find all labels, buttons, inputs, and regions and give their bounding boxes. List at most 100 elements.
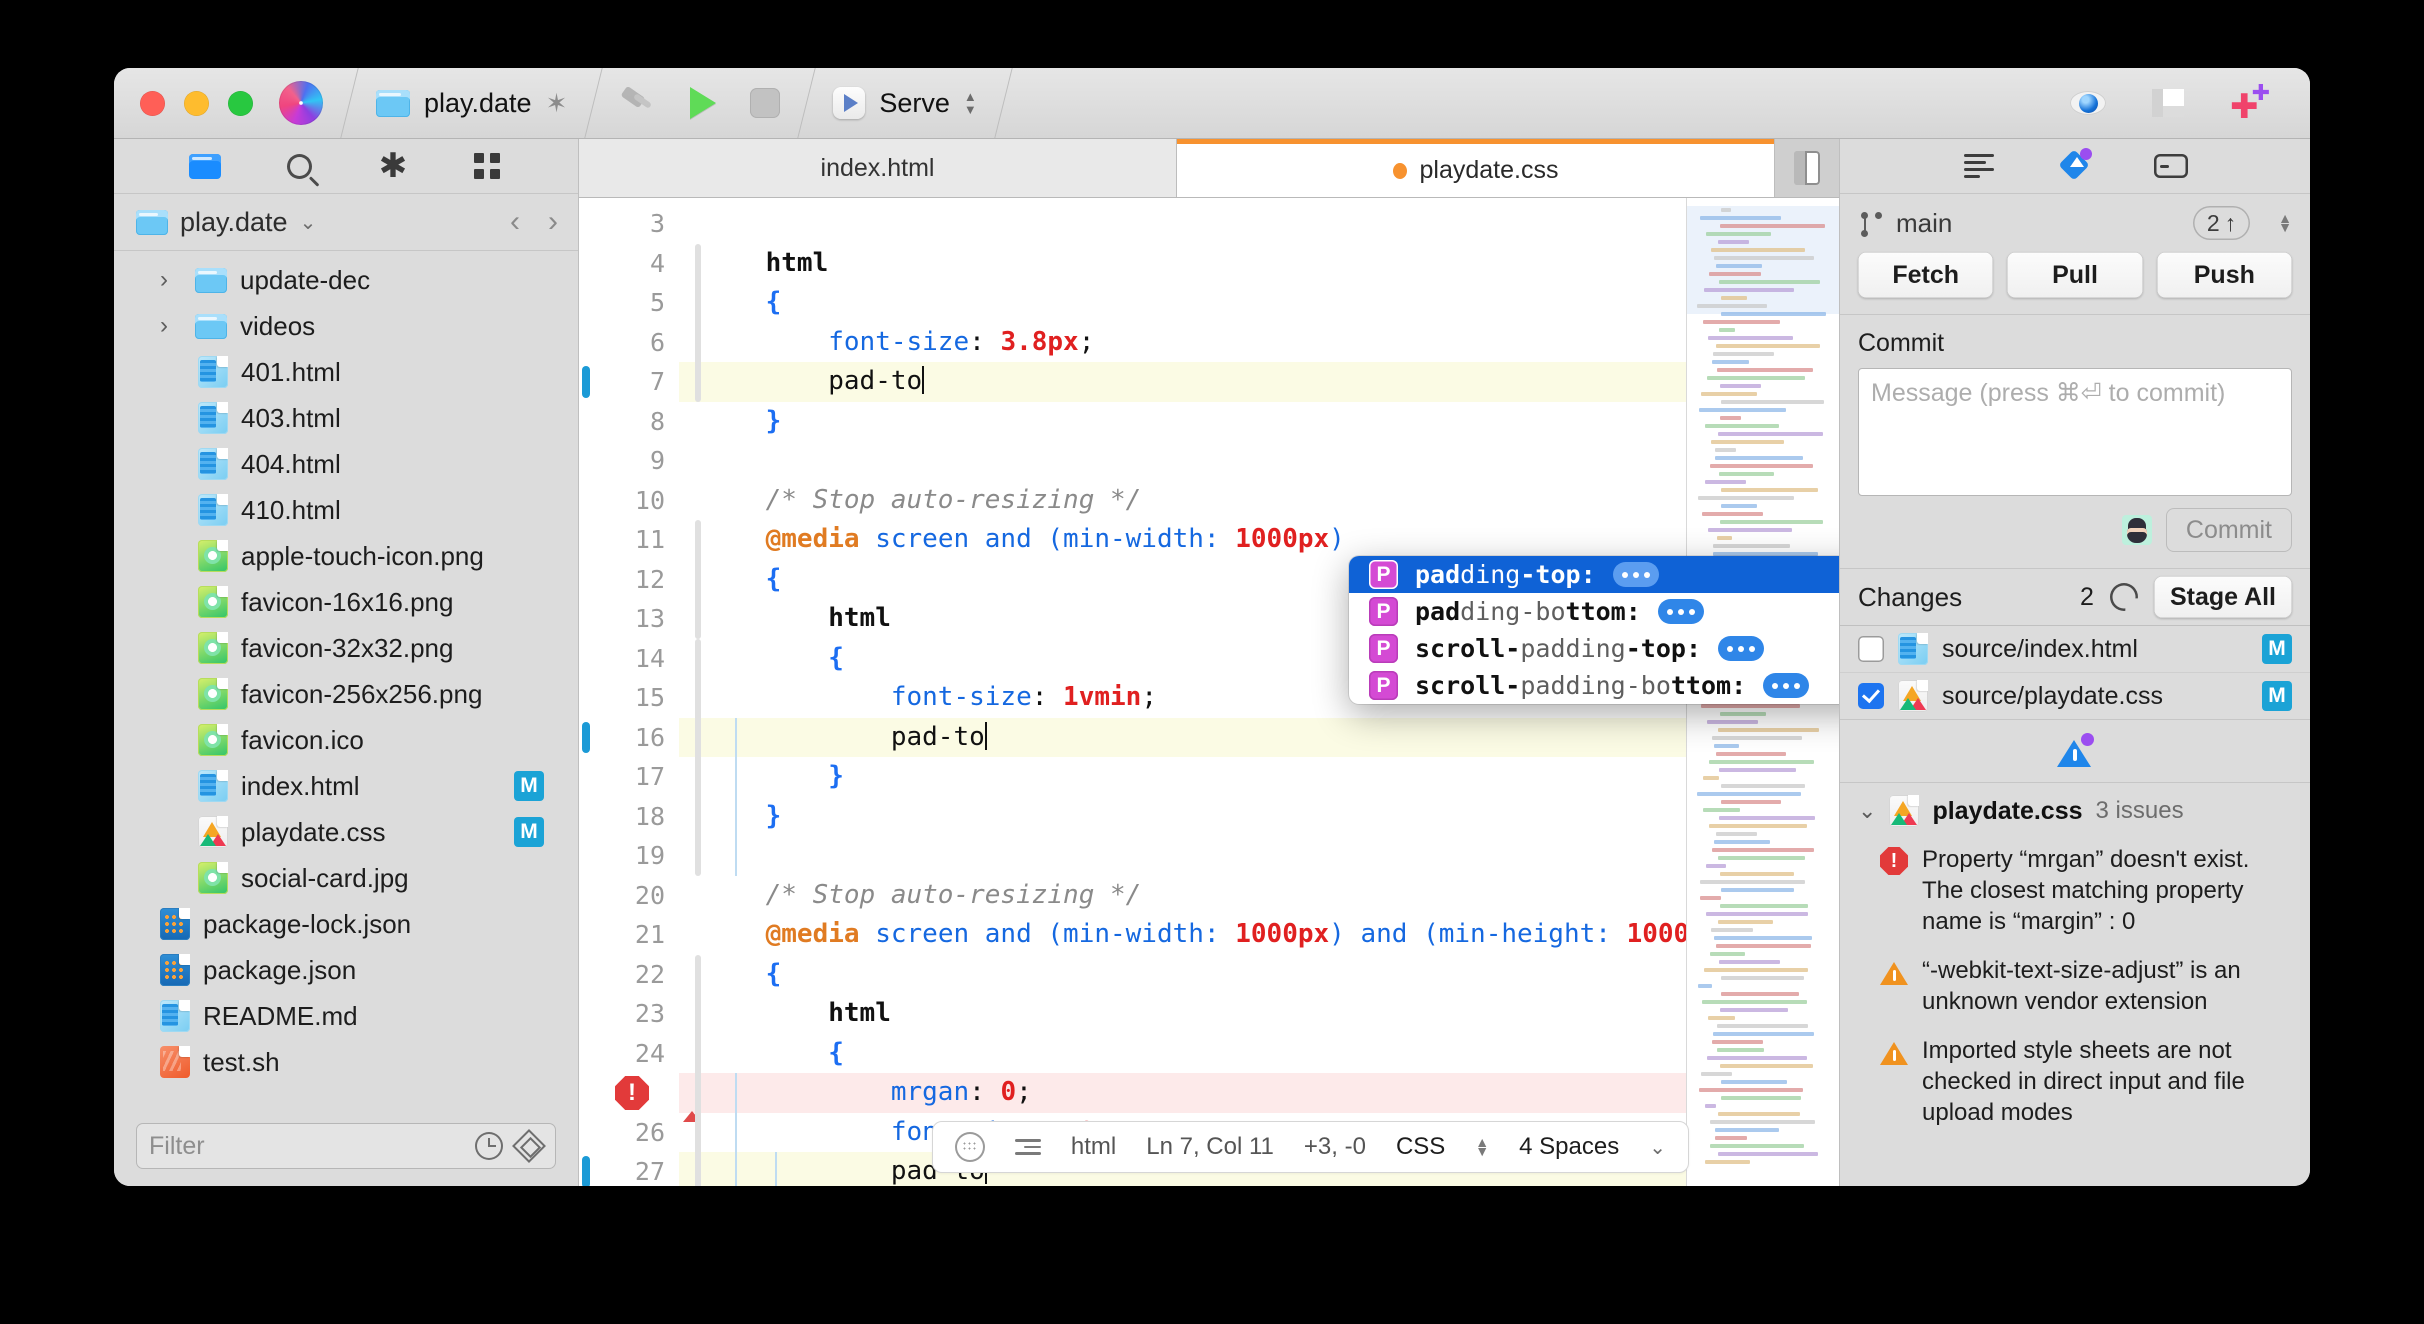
list-item[interactable]: 401.html xyxy=(114,349,578,395)
code-fold-bar[interactable] xyxy=(695,954,701,1186)
list-item[interactable]: test.sh xyxy=(114,1039,578,1085)
status-language[interactable]: CSS xyxy=(1396,1133,1445,1161)
list-item[interactable]: index.html M xyxy=(114,763,578,809)
project-group[interactable]: play.date ✶ xyxy=(350,68,593,138)
tab-index-html[interactable]: index.html xyxy=(579,139,1177,197)
indentation-chevron-icon[interactable]: ⌄ xyxy=(1649,1135,1666,1160)
sidebar-item-symbols[interactable]: ✱ xyxy=(376,149,410,183)
code-line[interactable]: { xyxy=(679,283,1686,323)
code-line[interactable]: } xyxy=(679,797,1686,837)
code-line[interactable]: @media screen and (min-width: 1000px) an… xyxy=(679,915,1686,955)
code-line[interactable]: } xyxy=(679,402,1686,442)
code-line[interactable]: /* Stop auto-resizing */ xyxy=(679,876,1686,916)
minimap-viewport[interactable] xyxy=(1687,206,1839,314)
list-item[interactable]: › videos xyxy=(114,303,578,349)
run-play-icon[interactable] xyxy=(690,87,717,119)
table-row[interactable]: source/playdate.css M xyxy=(1840,672,2310,719)
ahead-badge[interactable]: 2 ↑ xyxy=(2193,206,2250,240)
chevron-down-icon[interactable]: ⌄ xyxy=(1858,798,1876,824)
zoom-button[interactable] xyxy=(228,90,253,116)
list-item[interactable]: playdate.css M xyxy=(114,809,578,855)
issues-list[interactable]: ⌄ playdate.css 3 issues ! Property “mrgan… xyxy=(1840,782,2310,1186)
code-line[interactable]: { xyxy=(679,955,1686,995)
code-line[interactable]: @media screen and (min-width: 1000px) xyxy=(679,520,1686,560)
push-button[interactable]: Push xyxy=(2156,252,2292,298)
list-item[interactable]: apple-touch-icon.png xyxy=(114,533,578,579)
list-item[interactable]: 403.html xyxy=(114,395,578,441)
code-line[interactable] xyxy=(679,441,1686,481)
autocomplete-item[interactable]: Pscroll-padding-bottom: xyxy=(1349,667,1839,704)
code-line[interactable]: pad-to xyxy=(679,717,1686,757)
sidebar-item-issues[interactable] xyxy=(1962,151,1996,181)
list-item[interactable]: Imported style sheets are not checked in… xyxy=(1840,1026,2310,1137)
code-line[interactable]: /* Stop auto-resizing */ xyxy=(679,481,1686,521)
commit-message-input[interactable]: Message (press ⌘⏎ to commit) xyxy=(1858,368,2292,496)
list-item[interactable]: ! Property “mrgan” doesn't exist. The clo… xyxy=(1840,835,2310,946)
list-item[interactable]: README.md xyxy=(114,993,578,1039)
filter-input[interactable]: Filter xyxy=(136,1123,556,1169)
breadcrumb[interactable]: play.date ⌄ ‹ › xyxy=(114,194,578,251)
code-line[interactable]: html xyxy=(679,244,1686,284)
history-clock-icon[interactable] xyxy=(475,1132,503,1160)
code-line[interactable]: html xyxy=(679,994,1686,1034)
list-item[interactable]: favicon-16x16.png xyxy=(114,579,578,625)
stage-checkbox[interactable] xyxy=(1858,636,1884,662)
code-line[interactable]: font-size: 3.8px; xyxy=(679,323,1686,363)
code-line[interactable] xyxy=(679,204,1686,244)
code-line[interactable]: mrgan: 0; xyxy=(679,1073,1686,1113)
code-line[interactable]: { xyxy=(679,1034,1686,1074)
nav-back-icon[interactable]: ‹ xyxy=(510,205,520,239)
minimize-button[interactable] xyxy=(184,90,209,116)
code-fold-bar[interactable] xyxy=(695,243,701,402)
chevron-down-icon[interactable]: ⌄ xyxy=(300,210,317,235)
autocomplete-item[interactable]: Ppadding-top: xyxy=(1349,556,1839,593)
hammer-icon[interactable] xyxy=(620,88,656,118)
sidebar-item-files[interactable] xyxy=(188,151,222,181)
code-fold-bar[interactable] xyxy=(695,638,701,876)
changes-list[interactable]: source/index.html Msource/playdate.css M xyxy=(1840,625,2310,719)
filter-scope-icon[interactable] xyxy=(515,1132,543,1160)
run-target-group[interactable]: Serve ▲ ▼ xyxy=(807,68,1002,138)
branch-stepper-icon[interactable]: ▲ ▼ xyxy=(2278,211,2292,234)
stage-checkbox[interactable] xyxy=(1858,683,1884,709)
issues-file-header[interactable]: ⌄ playdate.css 3 issues xyxy=(1840,795,2310,835)
list-item[interactable]: 404.html xyxy=(114,441,578,487)
panel-layout-icon[interactable] xyxy=(2152,89,2184,117)
sidebar-item-git[interactable] xyxy=(2058,148,2092,181)
code-area[interactable]: 3 4 5 6 7 8 9 10 11 12 13 14 15 16 17 18 19 20 21 22 23 24! 26… xyxy=(579,198,1839,1186)
stage-all-button[interactable]: Stage All xyxy=(2153,576,2292,618)
run-target-stepper-icon[interactable]: ▲ ▼ xyxy=(964,90,977,116)
gear-icon[interactable]: ✶ xyxy=(546,90,568,116)
change-marker[interactable] xyxy=(582,366,590,398)
list-item[interactable]: “-webkit-text-size-adjust” is an unknown… xyxy=(1840,946,2310,1026)
list-item[interactable]: favicon-32x32.png xyxy=(114,625,578,671)
editor-status-bar[interactable]: html Ln 7, Col 11 +3, -0 CSS ▲ ▼ 4 Spaces… xyxy=(931,1121,1689,1173)
eye-preview-icon[interactable] xyxy=(2070,91,2106,115)
change-marker[interactable] xyxy=(582,1156,590,1186)
table-row[interactable]: source/index.html M xyxy=(1840,625,2310,672)
code-line[interactable] xyxy=(679,836,1686,876)
symbol-scope-icon[interactable] xyxy=(955,1132,985,1162)
list-item[interactable]: favicon-256x256.png xyxy=(114,671,578,717)
list-item[interactable]: package-lock.json xyxy=(114,901,578,947)
status-indentation[interactable]: 4 Spaces xyxy=(1519,1133,1619,1161)
chevron-right-icon[interactable]: › xyxy=(160,312,182,340)
close-button[interactable] xyxy=(140,90,165,116)
chevron-right-icon[interactable]: › xyxy=(160,266,182,294)
branch-row[interactable]: main 2 ↑ ▲ ▼ xyxy=(1840,194,2310,252)
sidebar-item-terminal[interactable] xyxy=(2154,151,2188,181)
fetch-button[interactable]: Fetch xyxy=(1858,252,1994,298)
change-marker[interactable] xyxy=(582,721,590,753)
refresh-icon[interactable] xyxy=(2110,583,2138,611)
autocomplete-item[interactable]: Pscroll-padding-top: xyxy=(1349,630,1839,667)
code-line[interactable]: } xyxy=(679,757,1686,797)
list-item[interactable]: favicon.ico xyxy=(114,717,578,763)
split-editor-button[interactable] xyxy=(1774,139,1839,197)
code-line[interactable]: pad-to xyxy=(679,362,1686,402)
pull-button[interactable]: Pull xyxy=(2007,252,2143,298)
sidebar-item-extensions[interactable] xyxy=(470,151,504,181)
autocomplete-item[interactable]: Ppadding-bottom: xyxy=(1349,593,1839,630)
stop-icon[interactable] xyxy=(750,88,781,118)
language-stepper-icon[interactable]: ▲ ▼ xyxy=(1475,1135,1489,1158)
nav-forward-icon[interactable]: › xyxy=(548,205,558,239)
